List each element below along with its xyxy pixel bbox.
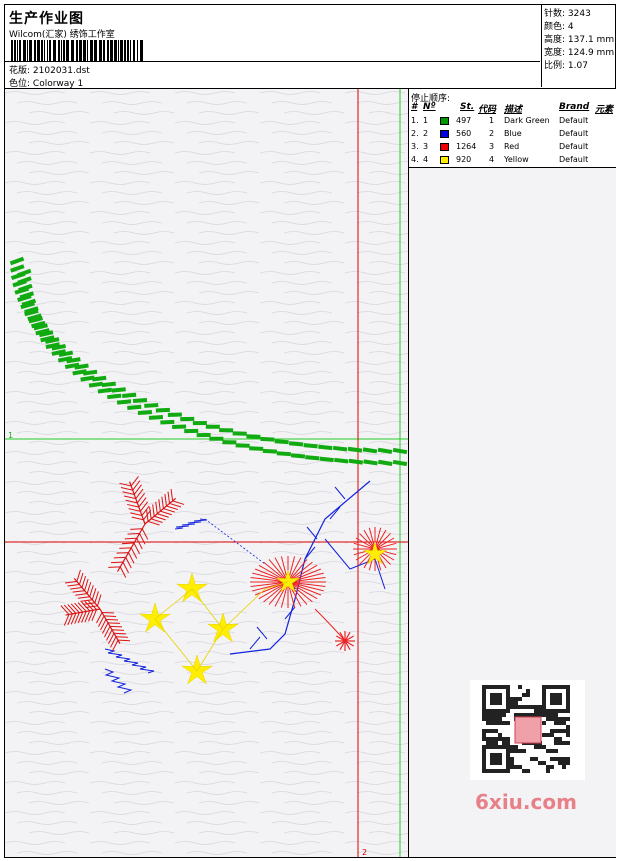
stitches-stat: 针数: 3243 bbox=[544, 9, 591, 19]
color-swatch bbox=[440, 130, 449, 138]
col-hash: # bbox=[411, 102, 418, 112]
row-number: 4. bbox=[411, 155, 419, 164]
col-stitches: St. bbox=[460, 102, 475, 112]
color-swatch bbox=[440, 143, 449, 151]
guide-label-2: 2 bbox=[362, 848, 367, 857]
watermark-text: 6xiu.com bbox=[475, 790, 577, 814]
row-needle: 1 bbox=[423, 116, 429, 125]
row-stitches: 920 bbox=[456, 155, 472, 164]
row-number: 2. bbox=[411, 129, 419, 138]
color-swatch bbox=[440, 156, 449, 164]
row-needle: 2 bbox=[423, 129, 429, 138]
col-brand: Brand bbox=[559, 102, 590, 112]
design-file-row: 花版: 2102031.dst bbox=[9, 63, 90, 76]
company-name: Wilcom(汇家) 绣饰工作室 bbox=[9, 30, 115, 40]
row-needle: 3 bbox=[423, 142, 429, 151]
row-description: Red bbox=[504, 142, 520, 151]
row-description: Dark Green bbox=[504, 116, 550, 125]
design-drawing: 1 2 bbox=[5, 89, 408, 857]
row-stitches: 560 bbox=[456, 129, 472, 138]
row-number: 3. bbox=[411, 142, 419, 151]
row-brand: Default bbox=[559, 116, 589, 125]
row-code: 4 bbox=[489, 155, 495, 164]
row-brand: Default bbox=[559, 155, 589, 164]
row-description: Blue bbox=[504, 129, 522, 138]
colors-stat: 颜色: 4 bbox=[544, 22, 574, 32]
row-stitches: 497 bbox=[456, 116, 472, 125]
row-stitches: 1264 bbox=[456, 142, 477, 151]
col-n: Nº bbox=[423, 102, 436, 112]
page-title: 生产作业图 bbox=[9, 11, 84, 27]
header-panel: 生产作业图 Wilcom(汇家) 绣饰工作室 花版: 2102031.dst 色… bbox=[5, 5, 540, 89]
row-needle: 4 bbox=[423, 155, 429, 164]
scale-stat: 比例: 1.07 bbox=[544, 61, 588, 71]
col-element: 元素 bbox=[595, 105, 614, 115]
green-stitch-arc bbox=[9, 256, 408, 467]
barcode bbox=[11, 40, 143, 62]
qr-code-watermark bbox=[470, 680, 585, 780]
qr-code bbox=[482, 685, 570, 773]
embroidery-design-canvas: 1 2 bbox=[5, 89, 408, 857]
stats-panel: 针数: 3243 颜色: 4 高度: 137.1 mm 宽度: 124.9 mm… bbox=[541, 5, 616, 87]
col-desc: 描述 bbox=[504, 105, 523, 115]
guide-label-1: 1 bbox=[8, 431, 13, 440]
row-brand: Default bbox=[559, 129, 589, 138]
row-code: 3 bbox=[489, 142, 495, 151]
header-divider bbox=[5, 61, 540, 62]
width-stat: 宽度: 124.9 mm bbox=[544, 48, 615, 58]
row-code: 2 bbox=[489, 129, 495, 138]
row-code: 1 bbox=[489, 116, 495, 125]
row-description: Yellow bbox=[504, 155, 529, 164]
color-swatch bbox=[440, 117, 449, 125]
design-label: 花版: bbox=[9, 66, 31, 76]
row-number: 1. bbox=[411, 116, 419, 125]
fabric-texture bbox=[5, 91, 408, 855]
col-code: 代码 bbox=[478, 105, 497, 115]
design-value: 2102031.dst bbox=[32, 66, 90, 76]
stop-sequence-table: 停止顺序: # Nº St. 代码 描述 Brand 元素 1. 1 497 1 Dar… bbox=[409, 89, 616, 168]
height-stat: 高度: 137.1 mm bbox=[544, 35, 615, 45]
row-brand: Default bbox=[559, 142, 589, 151]
